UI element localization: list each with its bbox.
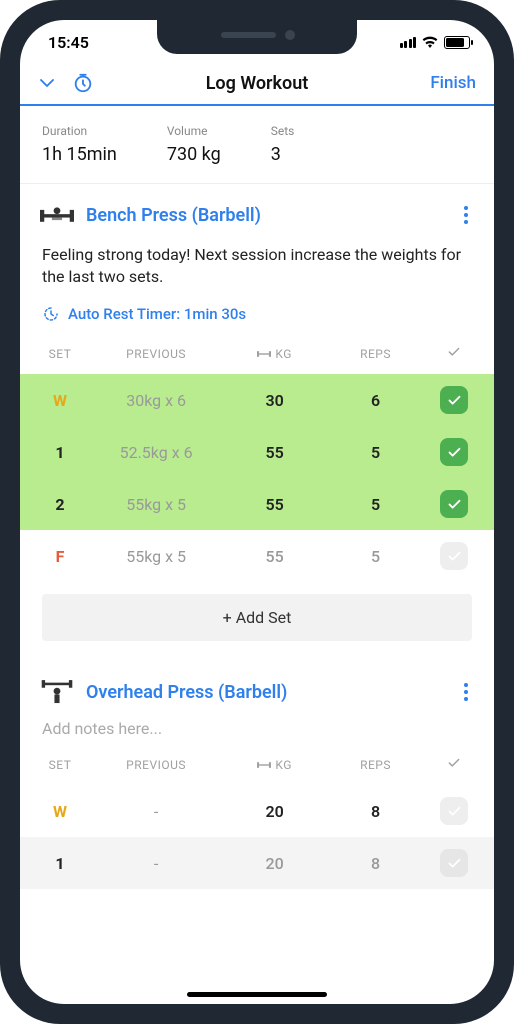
set-reps-input[interactable]: 5 bbox=[325, 443, 426, 462]
sets-table: SET PREVIOUS KG REPS W 30kg x 6 30 6 bbox=[20, 333, 494, 582]
set-row: 1 - 20 8 bbox=[20, 837, 494, 889]
set-previous: - bbox=[88, 854, 224, 873]
col-kg: KG bbox=[224, 758, 325, 772]
set-kg-input[interactable]: 55 bbox=[224, 495, 325, 514]
col-check bbox=[426, 756, 482, 773]
status-time: 15:45 bbox=[48, 33, 89, 52]
set-complete-toggle[interactable] bbox=[440, 797, 468, 825]
exercise-title[interactable]: Bench Press (Barbell) bbox=[86, 205, 261, 226]
sets-label: Sets bbox=[271, 124, 295, 138]
set-previous: 52.5kg x 6 bbox=[88, 443, 224, 462]
signal-icon bbox=[400, 37, 417, 48]
set-row: W - 20 8 bbox=[20, 785, 494, 837]
set-label: W bbox=[32, 802, 88, 821]
set-row: 1 52.5kg x 6 55 5 bbox=[20, 426, 494, 478]
set-previous: 55kg x 5 bbox=[88, 547, 224, 566]
col-reps: REPS bbox=[325, 347, 426, 361]
set-label: W bbox=[32, 391, 88, 410]
rest-timer-label: Auto Rest Timer: 1min 30s bbox=[68, 305, 246, 323]
set-row: F 55kg x 5 55 5 bbox=[20, 530, 494, 582]
finish-button[interactable]: Finish bbox=[430, 73, 476, 93]
duration-label: Duration bbox=[42, 124, 117, 138]
col-kg: KG bbox=[224, 347, 325, 361]
set-complete-toggle[interactable] bbox=[440, 386, 468, 414]
home-indicator[interactable] bbox=[187, 992, 327, 997]
set-label: 2 bbox=[32, 495, 88, 514]
set-row: W 30kg x 6 30 6 bbox=[20, 374, 494, 426]
set-kg-input[interactable]: 55 bbox=[224, 443, 325, 462]
set-reps-input[interactable]: 8 bbox=[325, 802, 426, 821]
exercise-block: Bench Press (Barbell) Feeling strong tod… bbox=[20, 184, 494, 641]
set-previous: 55kg x 5 bbox=[88, 495, 224, 514]
set-kg-input[interactable]: 20 bbox=[224, 802, 325, 821]
dumbbell-icon bbox=[257, 349, 271, 359]
exercise-benchpress-icon bbox=[40, 200, 74, 230]
col-reps: REPS bbox=[325, 758, 426, 772]
page-title: Log Workout bbox=[20, 73, 494, 94]
nav-bar: Log Workout Finish bbox=[20, 64, 494, 106]
set-reps-input[interactable]: 5 bbox=[325, 495, 426, 514]
duration-value: 1h 15min bbox=[42, 144, 117, 165]
col-previous: PREVIOUS bbox=[88, 347, 224, 361]
dumbbell-icon bbox=[257, 760, 271, 770]
rest-timer-icon bbox=[42, 305, 60, 323]
exercise-note-placeholder[interactable]: Add notes here... bbox=[20, 707, 494, 744]
exercise-ohp-icon bbox=[40, 677, 74, 707]
rest-timer-button[interactable]: Auto Rest Timer: 1min 30s bbox=[20, 291, 494, 333]
volume-value: 730 kg bbox=[167, 144, 221, 165]
set-complete-toggle[interactable] bbox=[440, 490, 468, 518]
exercise-title[interactable]: Overhead Press (Barbell) bbox=[86, 682, 287, 703]
set-kg-input[interactable]: 20 bbox=[224, 854, 325, 873]
col-set: SET bbox=[32, 347, 88, 361]
set-reps-input[interactable]: 6 bbox=[325, 391, 426, 410]
set-previous: 30kg x 6 bbox=[88, 391, 224, 410]
device-notch bbox=[157, 20, 357, 54]
exercise-block: Overhead Press (Barbell) Add notes here.… bbox=[20, 661, 494, 889]
workout-summary: Duration 1h 15min Volume 730 kg Sets 3 bbox=[20, 106, 494, 184]
volume-label: Volume bbox=[167, 124, 221, 138]
set-kg-input[interactable]: 55 bbox=[224, 547, 325, 566]
set-reps-input[interactable]: 5 bbox=[325, 547, 426, 566]
col-previous: PREVIOUS bbox=[88, 758, 224, 772]
sets-table: SET PREVIOUS KG REPS W - 20 8 bbox=[20, 744, 494, 889]
set-label: 1 bbox=[32, 443, 88, 462]
exercise-note[interactable]: Feeling strong today! Next session incre… bbox=[20, 230, 494, 291]
set-complete-toggle[interactable] bbox=[440, 438, 468, 466]
set-row: 2 55kg x 5 55 5 bbox=[20, 478, 494, 530]
exercise-more-icon[interactable] bbox=[458, 677, 474, 707]
col-set: SET bbox=[32, 758, 88, 772]
set-kg-input[interactable]: 30 bbox=[224, 391, 325, 410]
add-set-button[interactable]: + Add Set bbox=[42, 594, 472, 641]
sets-value: 3 bbox=[271, 144, 295, 165]
exercise-more-icon[interactable] bbox=[458, 200, 474, 230]
set-label: 1 bbox=[32, 854, 88, 873]
wifi-icon bbox=[422, 36, 438, 48]
battery-icon bbox=[444, 36, 470, 49]
set-complete-toggle[interactable] bbox=[440, 849, 468, 877]
set-previous: - bbox=[88, 802, 224, 821]
set-label: F bbox=[32, 547, 88, 566]
set-reps-input[interactable]: 8 bbox=[325, 854, 426, 873]
col-check bbox=[426, 345, 482, 362]
set-complete-toggle[interactable] bbox=[440, 542, 468, 570]
